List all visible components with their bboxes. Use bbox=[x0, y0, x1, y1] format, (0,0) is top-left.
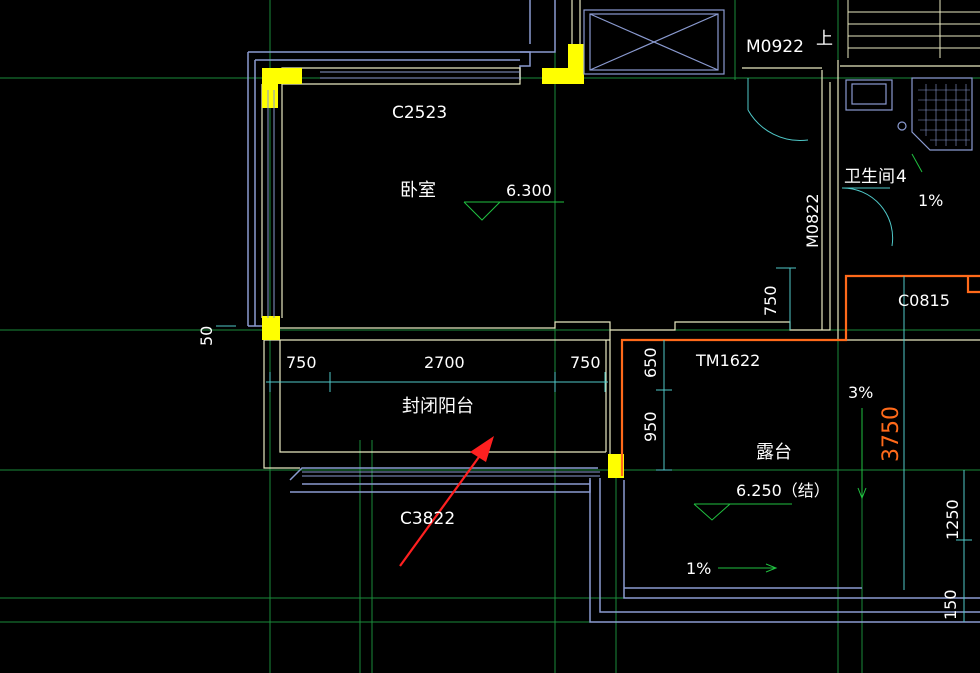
dimension-950: 950 bbox=[641, 411, 660, 442]
building-outline bbox=[247, 0, 980, 623]
door-label-side: M0822 bbox=[803, 193, 822, 248]
axis-grid bbox=[0, 0, 980, 673]
dimension-650: 650 bbox=[641, 347, 660, 378]
door-label-top: M0922 bbox=[746, 37, 804, 57]
shaft-box bbox=[583, 9, 725, 75]
dimension-1250: 1250 bbox=[943, 499, 962, 540]
dimension-3750: 3750 bbox=[879, 406, 904, 462]
annotation-arrow bbox=[399, 436, 494, 567]
bathroom-slope: 1% bbox=[918, 191, 943, 210]
bathroom-fixtures bbox=[845, 77, 973, 151]
window-label-right: C0815 bbox=[898, 291, 950, 310]
dimension-2700: 2700 bbox=[424, 353, 465, 372]
window-label-top: C2523 bbox=[392, 103, 447, 123]
dimension-750-vertical: 750 bbox=[761, 285, 780, 316]
dimension-50: 50 bbox=[197, 326, 216, 346]
shower-grid bbox=[918, 84, 970, 146]
terrace-slope-top: 3% bbox=[848, 383, 873, 402]
stair-up-mark: 上 bbox=[816, 29, 833, 49]
level-bedroom: 6.300 bbox=[506, 181, 552, 200]
window-label-bottom: C3822 bbox=[400, 509, 455, 529]
sliding-door-label: TM1622 bbox=[695, 351, 760, 370]
room-label-closed-balcony: 封闭阳台 bbox=[402, 396, 474, 417]
floor-plan-drawing: C2523 卧室 6.300 封闭阳台 C3822 M0922 上 M0822 … bbox=[0, 0, 980, 673]
room-number-bathroom: 4 bbox=[896, 167, 907, 187]
terrace-slope-bottom: 1% bbox=[686, 559, 711, 578]
dimension-150: 150 bbox=[941, 589, 960, 620]
dimension-750-left: 750 bbox=[286, 353, 317, 372]
stair bbox=[847, 0, 980, 58]
room-label-terrace: 露台 bbox=[756, 442, 792, 463]
room-label-bedroom: 卧室 bbox=[400, 180, 436, 201]
level-terrace: 6.250（结） bbox=[736, 481, 830, 500]
level-markers bbox=[463, 153, 923, 573]
room-label-bathroom: 卫生间 bbox=[844, 167, 895, 187]
dimension-lines bbox=[216, 267, 972, 622]
dimension-750-right: 750 bbox=[570, 353, 601, 372]
cad-viewport[interactable]: C2523 卧室 6.300 封闭阳台 C3822 M0922 上 M0822 … bbox=[0, 0, 980, 673]
